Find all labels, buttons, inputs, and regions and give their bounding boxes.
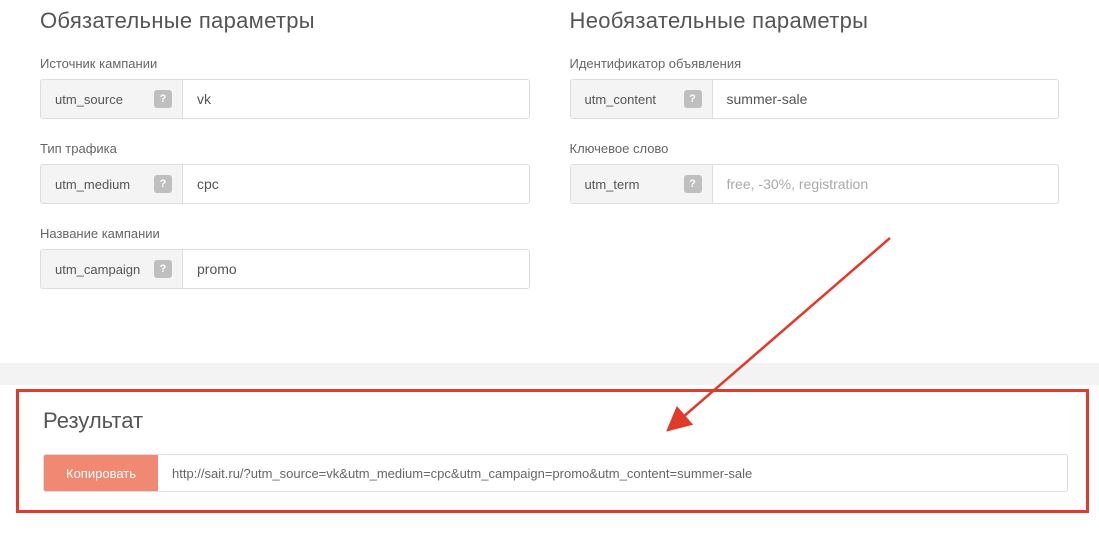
param-name-utm-medium: utm_medium <box>55 177 144 192</box>
optional-params-column: Необязательные параметры Идентификатор о… <box>570 8 1060 311</box>
optional-params-title: Необязательные параметры <box>570 8 1060 34</box>
prefix-utm-content: utm_content ? <box>571 80 713 118</box>
help-icon[interactable]: ? <box>684 175 702 193</box>
result-highlight-box: Результат Копировать http://sait.ru/?utm… <box>16 389 1089 513</box>
label-utm-term: Ключевое слово <box>570 141 1060 156</box>
help-icon[interactable]: ? <box>154 260 172 278</box>
prefix-utm-campaign: utm_campaign ? <box>41 250 183 288</box>
label-utm-campaign: Название кампании <box>40 226 530 241</box>
param-name-utm-campaign: utm_campaign <box>55 262 144 277</box>
field-utm-campaign: Название кампании utm_campaign ? <box>40 226 530 289</box>
help-icon[interactable]: ? <box>154 175 172 193</box>
input-utm-source[interactable] <box>183 80 529 118</box>
copy-button[interactable]: Копировать <box>44 455 158 491</box>
field-utm-medium: Тип трафика utm_medium ? <box>40 141 530 204</box>
param-name-utm-source: utm_source <box>55 92 144 107</box>
field-utm-content: Идентификатор объявления utm_content ? <box>570 56 1060 119</box>
param-name-utm-term: utm_term <box>585 177 674 192</box>
label-utm-medium: Тип трафика <box>40 141 530 156</box>
result-title: Результат <box>43 408 1068 434</box>
help-icon[interactable]: ? <box>154 90 172 108</box>
param-name-utm-content: utm_content <box>585 92 674 107</box>
prefix-utm-source: utm_source ? <box>41 80 183 118</box>
result-url[interactable]: http://sait.ru/?utm_source=vk&utm_medium… <box>158 455 1067 491</box>
result-row: Копировать http://sait.ru/?utm_source=vk… <box>43 454 1068 492</box>
required-params-column: Обязательные параметры Источник кампании… <box>40 8 530 311</box>
input-utm-medium[interactable] <box>183 165 529 203</box>
input-utm-term[interactable] <box>713 165 1059 203</box>
label-utm-content: Идентификатор объявления <box>570 56 1060 71</box>
label-utm-source: Источник кампании <box>40 56 530 71</box>
help-icon[interactable]: ? <box>684 90 702 108</box>
prefix-utm-medium: utm_medium ? <box>41 165 183 203</box>
field-utm-term: Ключевое слово utm_term ? <box>570 141 1060 204</box>
prefix-utm-term: utm_term ? <box>571 165 713 203</box>
required-params-title: Обязательные параметры <box>40 8 530 34</box>
divider-band <box>0 363 1099 385</box>
field-utm-source: Источник кампании utm_source ? <box>40 56 530 119</box>
input-utm-content[interactable] <box>713 80 1059 118</box>
input-utm-campaign[interactable] <box>183 250 529 288</box>
